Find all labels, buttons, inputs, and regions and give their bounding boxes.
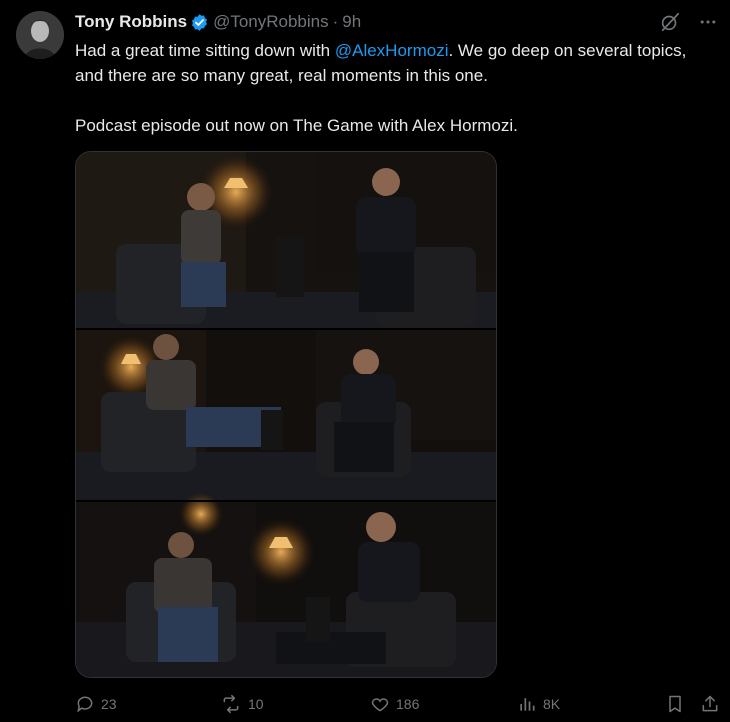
timestamp[interactable]: 9h	[342, 12, 361, 32]
repost-count: 10	[248, 696, 264, 712]
like-count: 186	[396, 696, 420, 712]
views-icon	[517, 694, 537, 714]
heart-icon	[370, 694, 390, 714]
tweet-media-image[interactable]	[75, 151, 497, 678]
repost-icon	[220, 694, 242, 714]
verified-badge-icon	[190, 13, 209, 32]
tweet[interactable]: Tony Robbins @TonyRobbins · 9h Had a gre…	[0, 0, 730, 722]
tweet-top-actions	[658, 10, 720, 34]
mention-link[interactable]: @AlexHormozi	[335, 41, 449, 60]
tweet-header: Tony Robbins @TonyRobbins · 9h	[75, 11, 361, 33]
text-segment: Had a great time sitting down with	[75, 41, 335, 60]
reply-count: 23	[101, 696, 117, 712]
bookmark-button[interactable]	[665, 690, 685, 718]
repost-button[interactable]: 10	[220, 690, 264, 718]
share-button[interactable]	[700, 690, 720, 718]
tweet-text: Had a great time sitting down with @Alex…	[75, 38, 715, 138]
reply-icon	[75, 694, 95, 714]
bookmark-icon	[665, 694, 685, 714]
more-icon[interactable]	[696, 10, 720, 34]
reply-button[interactable]: 23	[75, 690, 117, 718]
views-count: 8K	[543, 696, 561, 712]
tweet-paragraph-1: Had a great time sitting down with @Alex…	[75, 38, 715, 88]
tweet-actions: 23 10 186 8K	[75, 690, 725, 718]
share-icon	[700, 694, 720, 714]
views-button[interactable]: 8K	[517, 690, 560, 718]
author-handle[interactable]: @TonyRobbins	[213, 12, 329, 32]
separator-dot: ·	[332, 12, 339, 31]
author-name[interactable]: Tony Robbins	[75, 12, 187, 32]
avatar[interactable]	[16, 11, 64, 59]
tweet-paragraph-2: Podcast episode out now on The Game with…	[75, 116, 518, 135]
like-button[interactable]: 186	[370, 690, 419, 718]
grok-icon[interactable]	[658, 10, 682, 34]
